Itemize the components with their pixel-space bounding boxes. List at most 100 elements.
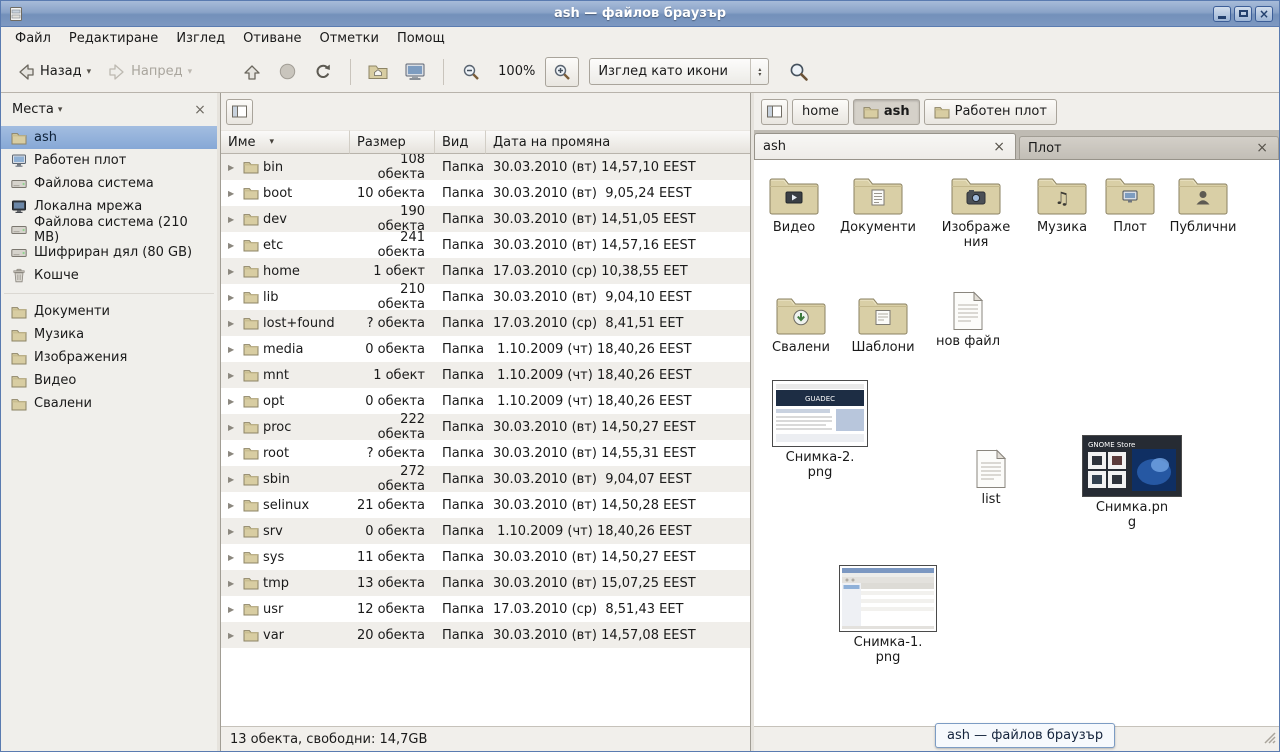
zoom-in-button[interactable] [545, 57, 579, 87]
breadcrumb-home[interactable]: home [792, 99, 849, 125]
sidebar-item--[interactable]: Музика [1, 323, 217, 346]
tab-ash[interactable]: ash× [754, 133, 1016, 159]
table-row[interactable]: ▶opt0 обектаПапка 1.10.2009 (чт) 18,40,2… [221, 388, 750, 414]
expander-icon[interactable]: ▶ [228, 397, 239, 406]
expander-icon[interactable]: ▶ [228, 163, 239, 172]
sidebar-item--[interactable]: Работен плот [1, 149, 217, 172]
expander-icon[interactable]: ▶ [228, 553, 239, 562]
table-row[interactable]: ▶srv0 обектаПапка 1.10.2009 (чт) 18,40,2… [221, 518, 750, 544]
sidebar-item--[interactable]: Документи [1, 300, 217, 323]
folder-item[interactable]: Шаблони [843, 293, 923, 355]
expander-icon[interactable]: ▶ [228, 293, 239, 302]
menu-item[interactable]: Файл [6, 27, 60, 51]
table-row[interactable]: ▶tmp13 обектаПапка30.03.2010 (вт) 15,07,… [221, 570, 750, 596]
expander-icon[interactable]: ▶ [228, 423, 239, 432]
expander-icon[interactable]: ▶ [228, 631, 239, 640]
breadcrumb-ash[interactable]: ash [853, 99, 920, 125]
resize-grip[interactable] [1263, 731, 1277, 749]
table-row[interactable]: ▶proc222 обектаПапка30.03.2010 (вт) 14,5… [221, 414, 750, 440]
column-header-3[interactable]: Дата на промяна [486, 130, 750, 154]
folder-item[interactable]: Публични [1163, 173, 1243, 235]
table-row[interactable]: ▶usr12 обектаПапка17.03.2010 (ср) 8,51,4… [221, 596, 750, 622]
table-row[interactable]: ▶var20 обектаПапка30.03.2010 (вт) 14,57,… [221, 622, 750, 648]
menu-item[interactable]: Отиване [234, 27, 310, 51]
minimize-button[interactable] [1213, 6, 1231, 22]
sidebar-mode-select[interactable]: Места ▾ [12, 102, 62, 117]
expander-icon[interactable]: ▶ [228, 215, 239, 224]
file-thumbnail-item[interactable]: GNOME StoreСнимка.png [1081, 435, 1183, 530]
icon-view-canvas[interactable]: ВидеоДокументиИзображения♫МузикаПлотПубл… [754, 159, 1279, 726]
expander-icon[interactable]: ▶ [228, 319, 239, 328]
sidebar-item--[interactable]: Свалени [1, 392, 217, 415]
close-button[interactable]: × [1255, 6, 1273, 22]
computer-button[interactable] [397, 57, 433, 87]
home-button[interactable] [361, 58, 395, 85]
expander-icon[interactable]: ▶ [228, 605, 239, 614]
menu-item[interactable]: Отметки [310, 27, 387, 51]
titlebar[interactable]: ash — файлов браузър × [1, 1, 1279, 27]
spinner-arrows-icon[interactable]: ▴▾ [750, 59, 768, 84]
breadcrumb-Работен плот[interactable]: Работен плот [924, 99, 1057, 125]
tab-close-button[interactable]: × [991, 139, 1007, 155]
search-button[interactable] [781, 56, 816, 87]
file-thumbnail-item[interactable]: GUADECСнимка-2.png [770, 380, 870, 480]
up-button[interactable] [235, 57, 269, 87]
back-button[interactable]: Назад▾ [9, 57, 98, 87]
sidebar-item--[interactable]: Изображения [1, 346, 217, 369]
tab-close-button[interactable]: × [1254, 140, 1270, 156]
table-row[interactable]: ▶etc241 обектаПапка30.03.2010 (вт) 14,57… [221, 232, 750, 258]
expander-icon[interactable]: ▶ [228, 189, 239, 198]
expander-icon[interactable]: ▶ [228, 267, 239, 276]
expander-icon[interactable]: ▶ [228, 527, 239, 536]
maximize-button[interactable] [1234, 6, 1252, 22]
sidebar-close-button[interactable]: × [191, 102, 209, 118]
zoom-out-button[interactable] [454, 57, 488, 87]
sidebar-item--[interactable]: Файлова система [1, 172, 217, 195]
menu-item[interactable]: Редактиране [60, 27, 167, 51]
folder-item[interactable]: Свалени [761, 293, 841, 355]
table-row[interactable]: ▶dev190 обектаПапка30.03.2010 (вт) 14,51… [221, 206, 750, 232]
pathbar-pane-button[interactable] [761, 99, 788, 125]
table-row[interactable]: ▶sbin272 обектаПапка30.03.2010 (вт) 9,04… [221, 466, 750, 492]
table-row[interactable]: ▶boot10 обектаПапка30.03.2010 (вт) 9,05,… [221, 180, 750, 206]
table-row[interactable]: ▶home1 обектПапка17.03.2010 (ср) 10,38,5… [221, 258, 750, 284]
folder-item[interactable]: Плот [1090, 173, 1170, 235]
sidebar-item--[interactable]: Кошче [1, 264, 217, 287]
table-row[interactable]: ▶lib210 обектаПапка30.03.2010 (вт) 9,04,… [221, 284, 750, 310]
expander-icon[interactable]: ▶ [228, 449, 239, 458]
expander-icon[interactable]: ▶ [228, 475, 239, 484]
table-row[interactable]: ▶root? обектаПапка30.03.2010 (вт) 14,55,… [221, 440, 750, 466]
folder-item[interactable]: Видео [754, 173, 834, 235]
stop-button[interactable] [271, 57, 304, 86]
tab-Плот[interactable]: Плот× [1019, 136, 1279, 159]
table-row[interactable]: ▶mnt1 обектПапка 1.10.2009 (чт) 18,40,26… [221, 362, 750, 388]
column-header-2[interactable]: Вид [435, 130, 486, 154]
sidebar-item--80-gb-[interactable]: Шифриран дял (80 GB) [1, 241, 217, 264]
view-mode-select[interactable]: Изглед като икони▴▾ [589, 58, 769, 85]
sidebar-item--[interactable]: Видео [1, 369, 217, 392]
menu-item[interactable]: Помощ [388, 27, 454, 51]
table-row[interactable]: ▶selinux21 обектаПапка30.03.2010 (вт) 14… [221, 492, 750, 518]
column-header-1[interactable]: Размер [350, 130, 435, 154]
menu-item[interactable]: Изглед [167, 27, 234, 51]
expander-icon[interactable]: ▶ [228, 501, 239, 510]
sidebar-item-ash[interactable]: ash [1, 126, 217, 149]
folder-item[interactable]: Документи [838, 173, 918, 235]
expander-icon[interactable]: ▶ [228, 579, 239, 588]
column-header-0[interactable]: Име▾ [221, 130, 350, 154]
expander-icon[interactable]: ▶ [228, 241, 239, 250]
sidebar-item--210-mb-[interactable]: Файлова система (210 MB) [1, 218, 217, 241]
table-row[interactable]: ▶media0 обектаПапка 1.10.2009 (чт) 18,40… [221, 336, 750, 362]
reload-button[interactable] [306, 57, 340, 87]
file-thumbnail-item[interactable]: Снимка-1.png [837, 565, 939, 665]
expander-icon[interactable]: ▶ [228, 371, 239, 380]
location-button[interactable] [226, 99, 253, 125]
table-row[interactable]: ▶bin108 обектаПапка30.03.2010 (вт) 14,57… [221, 154, 750, 180]
expander-icon[interactable]: ▶ [228, 345, 239, 354]
table-row[interactable]: ▶lost+found? обектаПапка17.03.2010 (ср) … [221, 310, 750, 336]
forward-button[interactable]: Напред▾ [100, 57, 199, 87]
file-item[interactable]: нов файл [928, 291, 1008, 349]
folder-item[interactable]: Изображения [936, 173, 1016, 250]
file-item[interactable]: list [951, 449, 1031, 507]
table-row[interactable]: ▶sys11 обектаПапка30.03.2010 (вт) 14,50,… [221, 544, 750, 570]
